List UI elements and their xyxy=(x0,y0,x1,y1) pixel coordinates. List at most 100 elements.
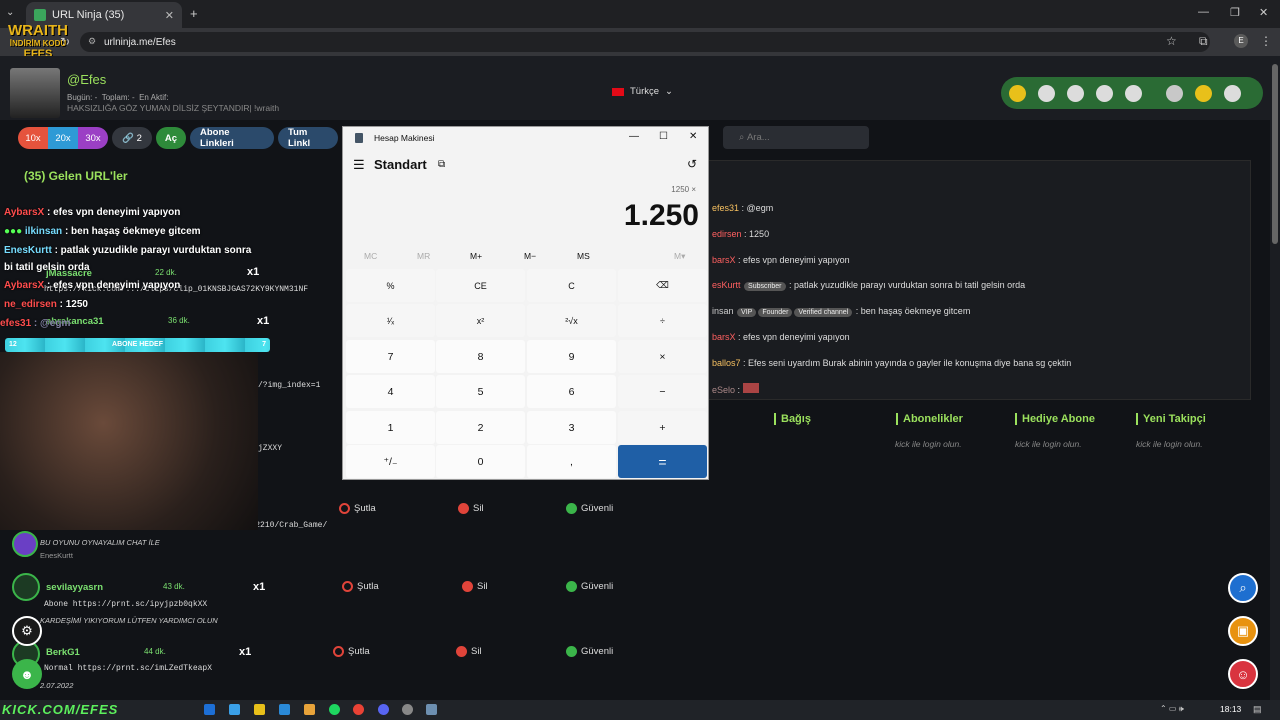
multiply-key[interactable]: × xyxy=(618,340,707,373)
discord-icon[interactable] xyxy=(1125,84,1142,102)
sub-links-button[interactable]: Abone Linkleri xyxy=(190,127,274,149)
pause-icon[interactable] xyxy=(1195,84,1212,102)
row-link[interactable]: /?img_index=1 xyxy=(258,381,320,390)
row-link[interactable]: Normal https://prnt.sc/imLZedTkeapX xyxy=(44,664,212,673)
skip-button[interactable]: Şutla xyxy=(333,646,370,657)
clear-entry-key[interactable]: CE xyxy=(436,269,525,302)
reciprocal-key[interactable]: ¹⁄ₓ xyxy=(346,304,435,337)
equals-key[interactable]: = xyxy=(618,445,707,478)
profile-avatar[interactable]: E xyxy=(1234,34,1248,48)
search-fab[interactable]: ⌕ xyxy=(1228,573,1258,603)
keep-on-top-icon[interactable]: ⧉ xyxy=(438,159,445,170)
discord-icon[interactable] xyxy=(378,704,389,715)
app-icon[interactable] xyxy=(279,704,290,715)
instagram-icon[interactable] xyxy=(1067,84,1084,102)
digit-9-key[interactable]: 9 xyxy=(527,340,616,373)
multiplier-10x-button[interactable]: 10x xyxy=(18,127,48,149)
restore-icon[interactable]: ❐ xyxy=(1230,6,1240,19)
skip-button[interactable]: Şutla xyxy=(339,503,376,514)
calculator-taskbar-icon[interactable] xyxy=(426,704,437,715)
safe-button[interactable]: Güvenli xyxy=(566,581,613,592)
coin-icon[interactable] xyxy=(1009,84,1026,102)
gift-fab[interactable]: ▣ xyxy=(1228,616,1258,646)
negate-key[interactable]: ⁺/₋ xyxy=(346,445,435,478)
add-user-fab[interactable]: ☻ xyxy=(12,659,42,689)
open-button[interactable]: Aç xyxy=(156,127,186,149)
edge-icon[interactable] xyxy=(204,704,215,715)
clear-key[interactable]: C xyxy=(527,269,616,302)
divide-key[interactable]: ÷ xyxy=(618,304,707,337)
row-link[interactable]: Abone https://prnt.sc/ipyjpzb0qkXX xyxy=(44,600,207,609)
trash-icon[interactable] xyxy=(1166,84,1183,102)
scrollbar-thumb[interactable] xyxy=(1272,64,1278,244)
decimal-key[interactable]: , xyxy=(527,445,616,478)
minimize-icon[interactable]: — xyxy=(629,131,639,142)
tray-icons[interactable]: ⌃ ▭ 🕪 xyxy=(1160,704,1184,714)
close-window-icon[interactable]: ✕ xyxy=(1259,6,1268,19)
memory-clear-button[interactable]: MC xyxy=(364,251,377,261)
memory-recall-button[interactable]: MR xyxy=(417,251,430,261)
square-root-key[interactable]: ²√x xyxy=(527,304,616,337)
backspace-key[interactable]: ⌫ xyxy=(618,269,707,302)
menu-icon[interactable]: ⋮ xyxy=(1260,34,1272,48)
row-username[interactable]: sevilayyasrn xyxy=(46,582,103,593)
app-icon[interactable] xyxy=(229,704,240,715)
twitter-icon[interactable] xyxy=(1038,84,1055,102)
digit-6-key[interactable]: 6 xyxy=(527,375,616,408)
bookmark-star-icon[interactable]: ☆ xyxy=(1166,34,1177,48)
page-scrollbar[interactable] xyxy=(1270,56,1280,700)
minimize-icon[interactable]: — xyxy=(1198,6,1209,18)
memory-store-button[interactable]: MS xyxy=(577,251,590,261)
history-icon[interactable]: ↺ xyxy=(687,157,697,171)
memory-add-button[interactable]: M+ xyxy=(470,251,482,261)
search-input[interactable]: ⌕ Ara... xyxy=(723,126,869,149)
spotify-icon[interactable] xyxy=(329,704,340,715)
digit-4-key[interactable]: 4 xyxy=(346,375,435,408)
new-tab-icon[interactable]: + xyxy=(190,6,198,21)
memory-subtract-button[interactable]: M− xyxy=(524,251,536,261)
twitch-icon[interactable] xyxy=(12,531,38,557)
obs-icon[interactable] xyxy=(402,704,413,715)
digit-5-key[interactable]: 5 xyxy=(436,375,525,408)
settings-fab[interactable]: ⚙ xyxy=(12,616,42,646)
digit-1-key[interactable]: 1 xyxy=(346,411,435,444)
all-links-button[interactable]: Tum Linkl xyxy=(278,127,338,149)
digit-8-key[interactable]: 8 xyxy=(436,340,525,373)
safe-button[interactable]: Güvenli xyxy=(566,646,613,657)
row-username[interactable]: BerkG1 xyxy=(46,647,80,658)
skip-button[interactable]: Şutla xyxy=(342,581,379,592)
digit-0-key[interactable]: 0 xyxy=(436,445,525,478)
explorer-icon[interactable] xyxy=(254,704,265,715)
delete-button[interactable]: Sil xyxy=(456,646,482,657)
hamburger-icon[interactable]: ☰ xyxy=(353,157,365,173)
multiplier-20x-button[interactable]: 20x xyxy=(48,127,78,149)
digit-3-key[interactable]: 3 xyxy=(527,411,616,444)
subtract-key[interactable]: − xyxy=(618,375,707,408)
digit-7-key[interactable]: 7 xyxy=(346,340,435,373)
percent-key[interactable]: % xyxy=(346,269,435,302)
memory-list-button[interactable]: M▾ xyxy=(674,251,685,262)
multiplier-30x-button[interactable]: 30x xyxy=(78,127,108,149)
notification-icon[interactable]: ▤ xyxy=(1253,704,1262,715)
row-link[interactable]: jZXXY xyxy=(258,444,282,453)
language-select[interactable]: Türkçe ⌄ xyxy=(612,86,673,97)
safe-button[interactable]: Güvenli xyxy=(566,503,613,514)
digit-2-key[interactable]: 2 xyxy=(436,411,525,444)
delete-button[interactable]: Sil xyxy=(462,581,488,592)
close-icon[interactable]: ✕ xyxy=(689,131,697,142)
square-key[interactable]: x² xyxy=(436,304,525,337)
url-field[interactable]: urlninja.me/Efes xyxy=(80,32,1210,52)
youtube-icon[interactable] xyxy=(1096,84,1113,102)
logout-icon[interactable] xyxy=(1224,84,1241,102)
extensions-icon[interactable]: ⧉ xyxy=(1199,34,1208,49)
add-key[interactable]: + xyxy=(618,411,707,444)
close-tab-icon[interactable]: ✕ xyxy=(165,9,174,22)
chrome-icon[interactable] xyxy=(353,704,364,715)
site-info-icon[interactable]: ⚙ xyxy=(88,36,96,47)
delete-button[interactable]: Sil xyxy=(458,503,484,514)
folder-icon[interactable] xyxy=(304,704,315,715)
tab-search-icon[interactable]: ⌄ xyxy=(6,7,14,18)
maximize-icon[interactable]: ☐ xyxy=(659,131,668,142)
user-remove-fab[interactable]: ☺ xyxy=(1228,659,1258,689)
link-count-button[interactable]: 🔗 2 xyxy=(112,127,152,149)
